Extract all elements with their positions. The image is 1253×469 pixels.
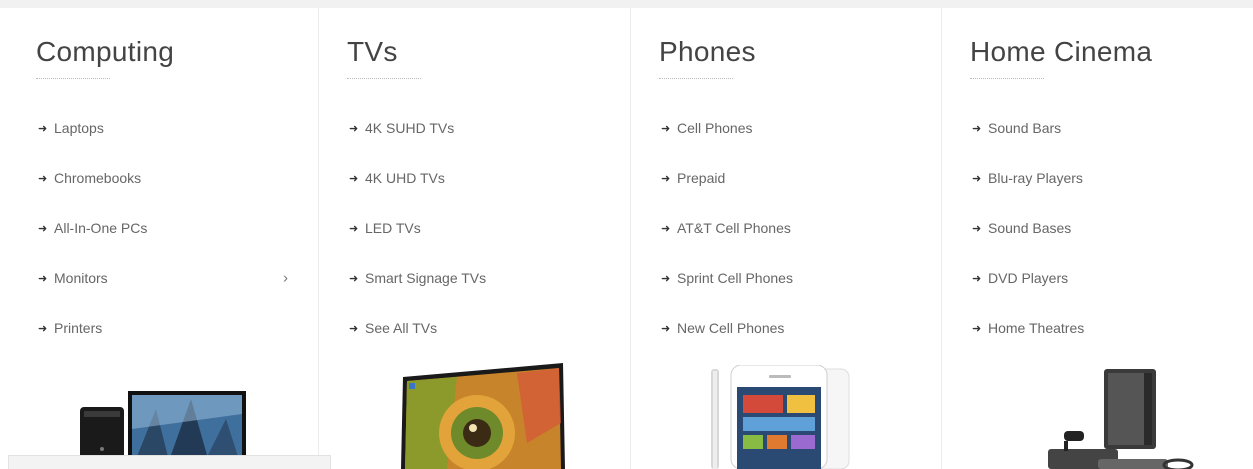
column-title: Home Cinema [970, 36, 1153, 67]
menu-item-all-in-one-pcs[interactable]: ➜ All-In-One PCs [38, 203, 288, 253]
arrow-right-icon: ➜ [38, 322, 48, 335]
menu-item-4k-uhd-tvs[interactable]: ➜ 4K UHD TVs [349, 153, 599, 203]
menu-item-dvd-players[interactable]: ➜ DVD Players [972, 253, 1222, 303]
arrow-right-icon: ➜ [972, 172, 982, 185]
arrow-right-icon: ➜ [661, 322, 671, 335]
arrow-right-icon: ➜ [38, 222, 48, 235]
menu-item-label: Sprint Cell Phones [677, 270, 793, 286]
arrow-right-icon: ➜ [38, 272, 48, 285]
menu-list: ➜ Cell Phones ➜ Prepaid ➜ AT&T Cell Phones … [661, 103, 911, 353]
menu-column-phones: Phones ➜ Cell Phones ➜ Prepaid ➜ AT&T Cell … [631, 8, 942, 469]
title-divider [36, 78, 110, 79]
arrow-right-icon: ➜ [38, 122, 48, 135]
menu-item-sound-bars[interactable]: ➜ Sound Bars [972, 103, 1222, 153]
menu-item-label: Prepaid [677, 170, 726, 186]
menu-item-label: Home Theatres [988, 320, 1085, 336]
arrow-right-icon: ➜ [661, 272, 671, 285]
arrow-right-icon: ➜ [38, 172, 48, 185]
column-title: TVs [347, 36, 398, 67]
column-title: Computing [36, 36, 175, 67]
menu-item-label: Smart Signage TVs [365, 270, 487, 286]
arrow-right-icon: ➜ [972, 272, 982, 285]
menu-item-label: All-In-One PCs [54, 220, 148, 236]
arrow-right-icon: ➜ [972, 122, 982, 135]
arrow-right-icon: ➜ [349, 172, 359, 185]
menu-item-prepaid[interactable]: ➜ Prepaid [661, 153, 911, 203]
title-divider [970, 78, 1044, 79]
menu-column-computing: Computing ➜ Laptops ➜ Chromebooks ➜ All-In-… [8, 8, 319, 469]
menu-item-4k-suhd-tvs[interactable]: ➜ 4K SUHD TVs [349, 103, 599, 153]
title-divider [659, 78, 733, 79]
menu-item-label: Cell Phones [677, 120, 753, 136]
arrow-right-icon: ➜ [972, 322, 982, 335]
top-bar [0, 0, 1253, 8]
menu-item-see-all-tvs[interactable]: ➜ See All TVs [349, 303, 599, 353]
tv-product-image [401, 363, 565, 469]
menu-item-label: See All TVs [365, 320, 438, 336]
menu-item-laptops[interactable]: ➜ Laptops [38, 103, 288, 153]
menu-item-label: Sound Bars [988, 120, 1062, 136]
menu-item-smart-signage-tvs[interactable]: ➜ Smart Signage TVs [349, 253, 599, 303]
home-theatre-product-image [1048, 369, 1194, 469]
menu-item-att-cell-phones[interactable]: ➜ AT&T Cell Phones [661, 203, 911, 253]
menu-item-label: AT&T Cell Phones [677, 220, 791, 236]
arrow-right-icon: ➜ [972, 222, 982, 235]
phone-product-image [711, 365, 850, 469]
menu-item-label: 4K SUHD TVs [365, 120, 455, 136]
menu-item-monitors[interactable]: ➜ Monitors › [38, 253, 288, 303]
menu-item-chromebooks[interactable]: ➜ Chromebooks [38, 153, 288, 203]
menu-item-home-theatres[interactable]: ➜ Home Theatres [972, 303, 1222, 353]
arrow-right-icon: ➜ [661, 222, 671, 235]
menu-item-label: Blu-ray Players [988, 170, 1083, 186]
menu-item-cell-phones[interactable]: ➜ Cell Phones [661, 103, 911, 153]
menu-item-label: Chromebooks [54, 170, 142, 186]
arrow-right-icon: ➜ [349, 222, 359, 235]
menu-item-label: Monitors [54, 270, 108, 286]
menu-item-label: DVD Players [988, 270, 1069, 286]
menu-item-led-tvs[interactable]: ➜ LED TVs [349, 203, 599, 253]
arrow-right-icon: ➜ [349, 122, 359, 135]
menu-item-blu-ray-players[interactable]: ➜ Blu-ray Players [972, 153, 1222, 203]
menu-item-label: Printers [54, 320, 103, 336]
menu-item-label: 4K UHD TVs [365, 170, 445, 186]
mega-menu: Computing ➜ Laptops ➜ Chromebooks ➜ All-In-… [8, 8, 1253, 469]
menu-item-sound-bases[interactable]: ➜ Sound Bases [972, 203, 1222, 253]
arrow-right-icon: ➜ [661, 172, 671, 185]
menu-item-label: Laptops [54, 120, 104, 136]
menu-item-printers[interactable]: ➜ Printers [38, 303, 288, 353]
arrow-right-icon: ➜ [349, 322, 359, 335]
floating-panel [8, 455, 331, 469]
menu-item-label: New Cell Phones [677, 320, 785, 336]
arrow-right-icon: ➜ [349, 272, 359, 285]
column-title: Phones [659, 36, 756, 67]
menu-column-tvs: TVs ➜ 4K SUHD TVs ➜ 4K UHD TVs ➜ LED TVs ➜ S… [319, 8, 631, 469]
menu-list: ➜ Sound Bars ➜ Blu-ray Players ➜ Sound Base… [972, 103, 1222, 353]
title-divider [347, 78, 421, 79]
menu-item-sprint-cell-phones[interactable]: ➜ Sprint Cell Phones [661, 253, 911, 303]
menu-list: ➜ 4K SUHD TVs ➜ 4K UHD TVs ➜ LED TVs ➜ Smart… [349, 103, 599, 353]
menu-item-label: LED TVs [365, 220, 421, 236]
menu-item-label: Sound Bases [988, 220, 1072, 236]
menu-list: ➜ Laptops ➜ Chromebooks ➜ All-In-One PCs ➜ M… [38, 103, 288, 353]
menu-item-new-cell-phones[interactable]: ➜ New Cell Phones [661, 303, 911, 353]
menu-column-home-cinema: Home Cinema ➜ Sound Bars ➜ Blu-ray Players… [942, 8, 1253, 469]
chevron-right-icon[interactable]: › [283, 270, 288, 287]
arrow-right-icon: ➜ [661, 122, 671, 135]
